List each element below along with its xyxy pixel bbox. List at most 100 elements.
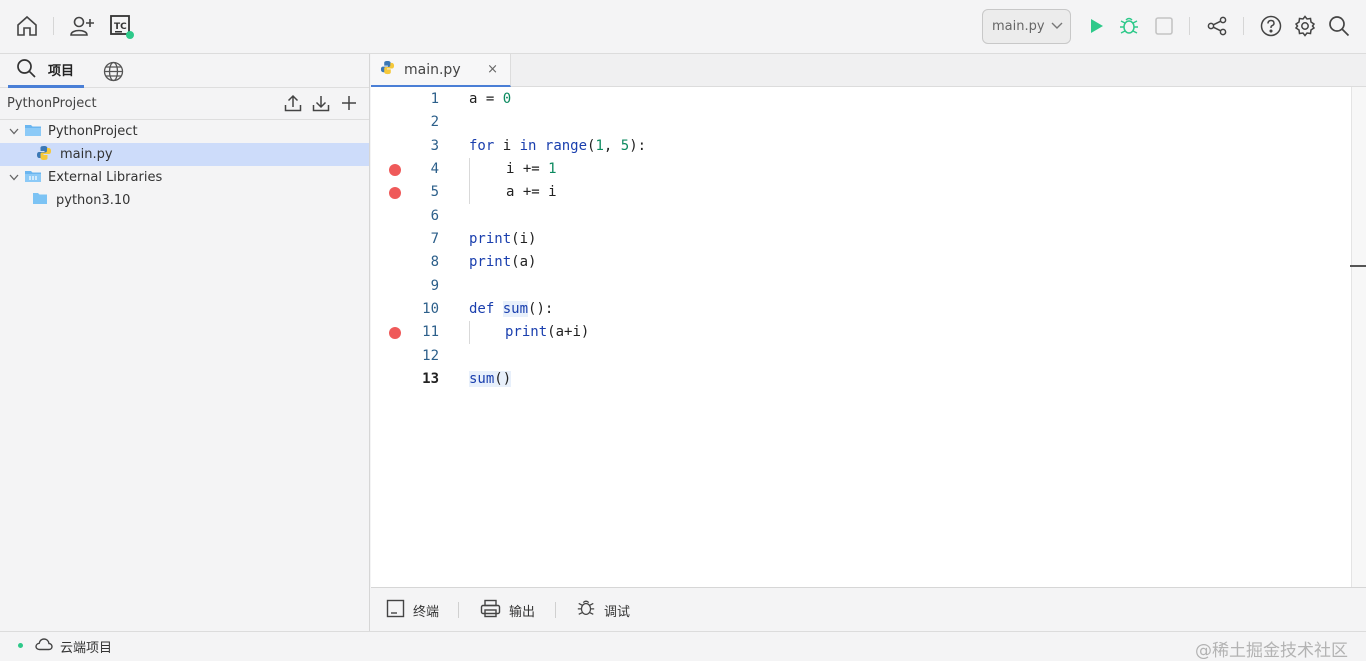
- code-text: for i in range(1, 5):: [469, 138, 647, 154]
- line-number: 9: [430, 278, 439, 294]
- toolbar-divider: [1189, 17, 1190, 35]
- toolbar-divider: [555, 602, 556, 618]
- code-line: 12: [371, 345, 1351, 368]
- debug-button[interactable]: 调试: [576, 598, 630, 622]
- line-number: 2: [430, 114, 439, 130]
- breakpoint-marker[interactable]: [389, 164, 401, 176]
- line-number: 5: [430, 184, 439, 200]
- terminal-button[interactable]: 终端: [386, 598, 439, 622]
- cloud-icon[interactable]: [35, 637, 53, 655]
- code-text: sum(): [469, 371, 512, 387]
- bottom-tool-bar: 终端 输出 调试: [371, 587, 1366, 631]
- settings-icon[interactable]: [1291, 12, 1319, 40]
- connection-status-dot: [18, 643, 23, 648]
- line-number: 13: [422, 371, 439, 387]
- add-user-icon[interactable]: [68, 12, 96, 40]
- printer-icon: [480, 599, 501, 622]
- breakpoint-marker[interactable]: [389, 187, 401, 199]
- cloud-project-label[interactable]: 云端项目: [60, 637, 112, 656]
- top-toolbar: TC main.py: [0, 0, 1366, 54]
- code-text: print(a): [469, 254, 537, 270]
- python-file-icon: [36, 145, 52, 165]
- code-line: 11 print(a+i): [371, 321, 1351, 344]
- code-text: a += i: [506, 184, 557, 200]
- terminal-label: 终端: [413, 604, 440, 620]
- code-line: 13 sum(): [371, 368, 1351, 391]
- indent-guide: [469, 158, 470, 181]
- project-name: PythonProject: [7, 96, 97, 111]
- code-editor[interactable]: 1 a = 0 2 3 for i in range(1, 5): 4 i +=…: [371, 87, 1351, 587]
- close-icon[interactable]: ×: [487, 62, 498, 77]
- watermark: @稀土掘金技术社区: [1195, 641, 1348, 661]
- code-line: 7 print(i): [371, 228, 1351, 251]
- editor-scrollbar[interactable]: [1351, 87, 1366, 587]
- debug-icon[interactable]: [1115, 12, 1143, 40]
- line-number: 3: [430, 138, 439, 154]
- code-line: 6: [371, 205, 1351, 228]
- tab-project-label: 项目: [48, 64, 75, 79]
- terminal-icon: [386, 599, 405, 622]
- line-number: 10: [422, 301, 439, 317]
- scrollbar-marker: [1350, 265, 1366, 267]
- code-text: print(a+i): [505, 324, 590, 340]
- toolbar-divider: [53, 17, 54, 35]
- code-line: 9: [371, 275, 1351, 298]
- stop-icon[interactable]: [1150, 12, 1178, 40]
- line-number: 8: [430, 254, 439, 270]
- line-number: 1: [430, 91, 439, 107]
- line-number: 4: [430, 161, 439, 177]
- toolbar-divider: [1243, 17, 1244, 35]
- line-number: 7: [430, 231, 439, 247]
- editor-tab-bar: main.py ×: [371, 54, 1366, 87]
- code-text: a = 0: [469, 91, 512, 107]
- search-icon[interactable]: [1325, 12, 1353, 40]
- tree-item-project-folder[interactable]: PythonProject: [0, 120, 369, 143]
- tab-label: main.py: [404, 61, 461, 78]
- ide-logo-icon[interactable]: TC: [107, 12, 135, 40]
- globe-icon[interactable]: [100, 58, 126, 84]
- tree-item-python310[interactable]: python3.10: [0, 189, 369, 212]
- share-icon[interactable]: [1203, 12, 1231, 40]
- panel-tabs: 项目: [0, 54, 369, 88]
- output-button[interactable]: 输出: [480, 598, 535, 622]
- code-text: def sum():: [469, 301, 554, 317]
- tree-item-external-libraries[interactable]: External Libraries: [0, 166, 369, 189]
- run-icon[interactable]: [1082, 12, 1110, 40]
- code-line: 2: [371, 111, 1351, 134]
- line-number: 6: [430, 208, 439, 224]
- python-file-icon: [380, 60, 395, 79]
- project-panel: 项目 PythonProject PythonProject main.py E…: [0, 54, 370, 631]
- breakpoint-marker[interactable]: [389, 327, 401, 339]
- add-icon[interactable]: [339, 93, 359, 113]
- tree-item-label: python3.10: [56, 193, 131, 208]
- tree-item-label: main.py: [60, 147, 113, 162]
- code-line: 5 a += i: [371, 181, 1351, 204]
- code-line: 10 def sum():: [371, 298, 1351, 321]
- code-text: i += 1: [506, 161, 557, 177]
- indent-guide: [469, 321, 470, 344]
- toolbar-divider: [458, 602, 459, 618]
- run-config-select[interactable]: main.py: [982, 9, 1071, 44]
- home-icon[interactable]: [13, 12, 41, 40]
- download-icon[interactable]: [311, 93, 331, 113]
- tree-item-main-py[interactable]: main.py: [0, 143, 369, 166]
- run-config-label: main.py: [992, 19, 1045, 34]
- tab-project[interactable]: 项目: [8, 54, 84, 88]
- library-icon: [24, 169, 42, 187]
- chevron-down-icon: [1051, 19, 1063, 34]
- code-line: 8 print(a): [371, 251, 1351, 274]
- folder-icon: [24, 123, 42, 141]
- code-line: 1 a = 0: [371, 88, 1351, 111]
- tree-item-label: PythonProject: [48, 124, 138, 139]
- help-icon[interactable]: [1257, 12, 1285, 40]
- folder-icon: [32, 192, 48, 209]
- tab-main-py[interactable]: main.py ×: [371, 54, 511, 87]
- debug-label: 调试: [604, 604, 631, 620]
- output-label: 输出: [509, 604, 536, 620]
- chevron-down-icon: [6, 128, 22, 135]
- line-number: 12: [422, 348, 439, 364]
- status-bar: 云端项目 @稀土掘金技术社区: [0, 631, 1366, 661]
- indent-guide: [469, 181, 470, 204]
- upload-icon[interactable]: [283, 93, 303, 113]
- search-icon: [16, 58, 36, 82]
